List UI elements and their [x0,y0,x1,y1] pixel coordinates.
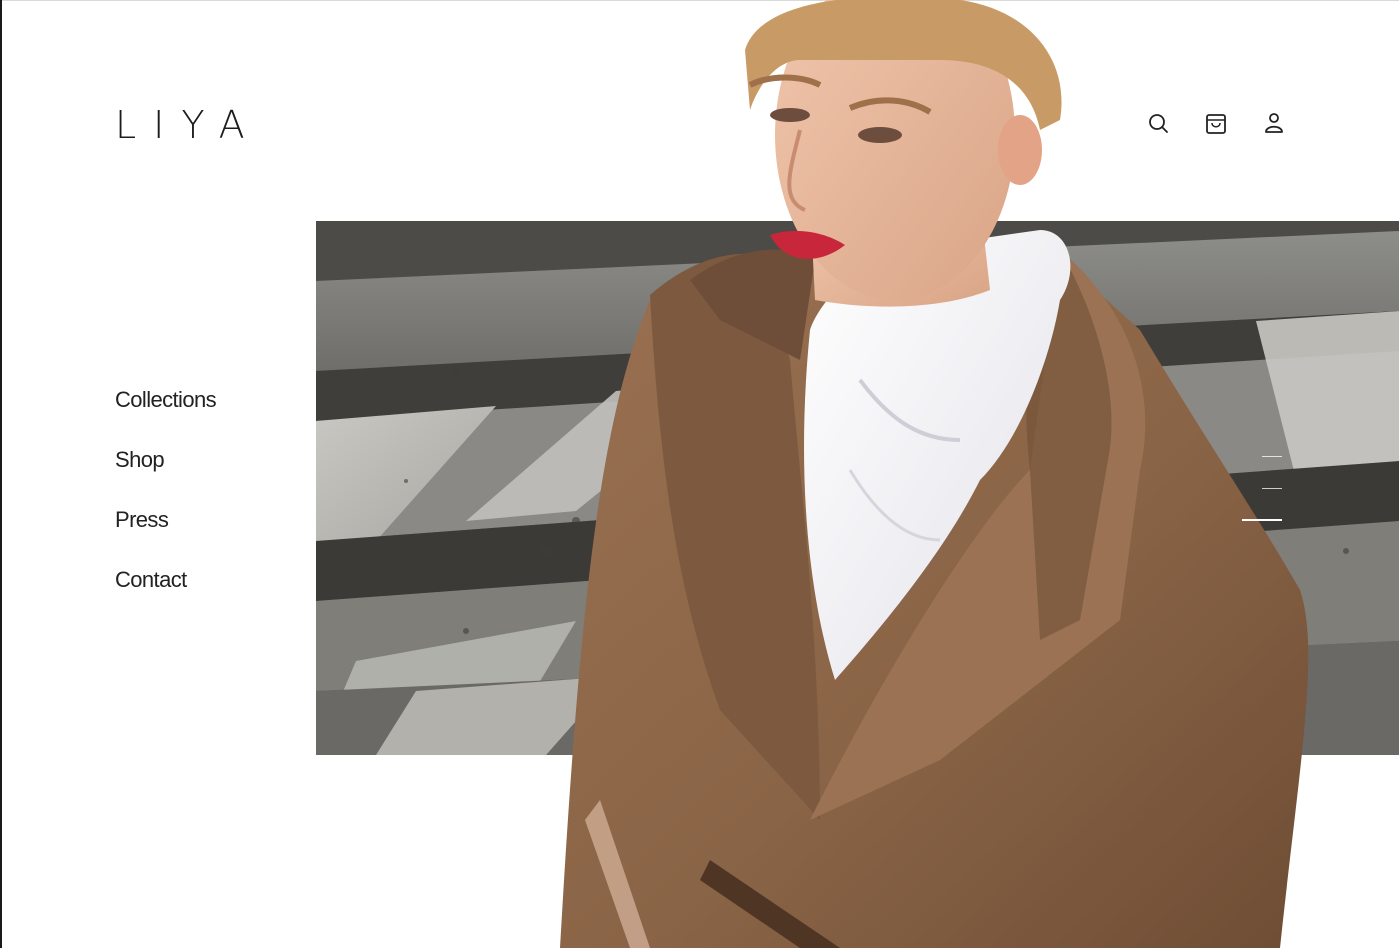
shopping-bag-icon[interactable] [1204,110,1228,138]
search-icon[interactable] [1146,110,1170,138]
brand-logo[interactable]: LIYA [115,104,262,146]
nav-contact[interactable]: Contact [115,564,216,624]
nav-shop[interactable]: Shop [115,444,216,504]
slide-dot-2[interactable] [1262,488,1282,489]
hero-model-image [560,0,1320,948]
model-figure [560,0,1309,948]
slide-dot-1[interactable] [1262,456,1282,457]
slide-dot-3-active[interactable] [1242,519,1282,521]
nav-collections[interactable]: Collections [115,384,217,444]
user-icon[interactable] [1262,110,1286,138]
slide-indicator [1240,452,1282,527]
window-left-border [0,0,2,948]
nav-press[interactable]: Press [115,504,216,564]
main-navigation: Collections Shop Press Contact [115,384,217,624]
header-icons [1146,110,1286,138]
